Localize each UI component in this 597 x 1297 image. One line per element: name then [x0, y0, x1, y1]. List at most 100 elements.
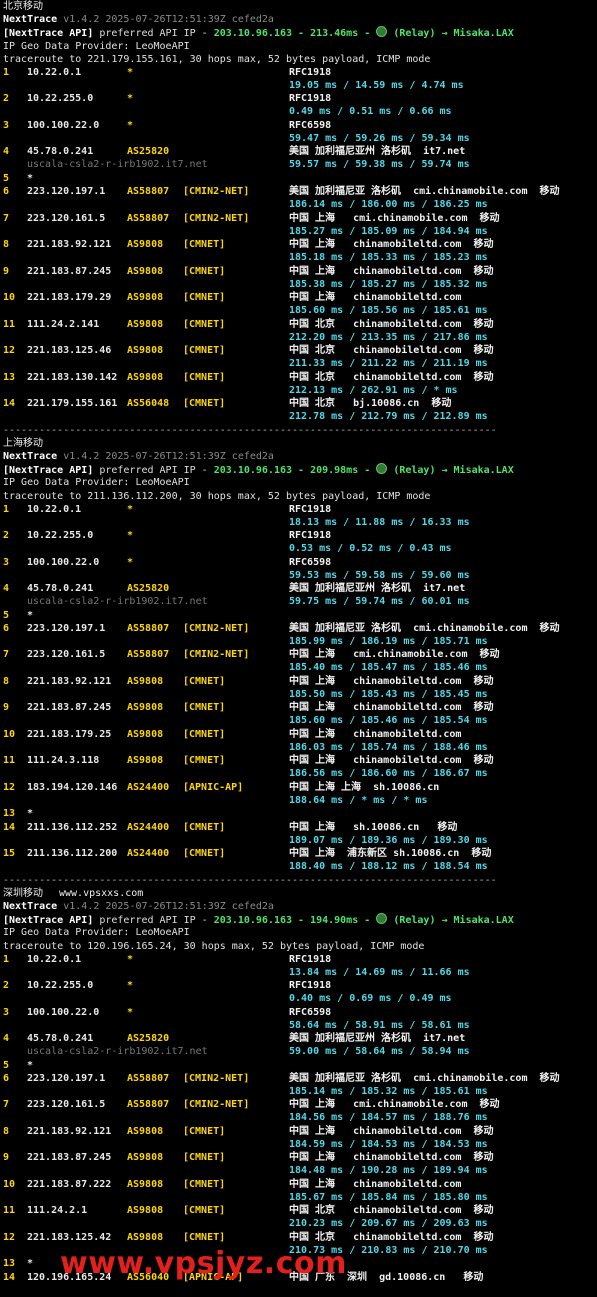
hop-row: 8 221.183.92.121 AS9808 [CMNET] 中国 上海 chinam… [0, 1125, 597, 1152]
hop-net: [CMIN2-NET] [183, 649, 250, 661]
hop-row: 14 211.136.112.252 AS24400 [CMNET] 中国 上海 sh.… [0, 821, 597, 848]
hop-net: [CMIN2-NET] [183, 1099, 250, 1111]
hop-geo: 中国 北京 chinamobileltd.com 移动 [289, 318, 494, 330]
hop-hostname: uscala-csla2-r-irb1902.it7.net [27, 159, 208, 171]
hop-net: [CMNET] [183, 1231, 226, 1243]
hop-ip: 45.78.0.241 [27, 583, 94, 595]
api-text: preferred API IP - [93, 465, 214, 477]
hop-rtt: 185.27 ms / 185.09 ms / 184.94 ms [289, 225, 488, 237]
hop-asn: AS25820 [127, 1033, 170, 1045]
hop-asn: * [127, 980, 134, 992]
hop-geo: 中国 上海 chinamobileltd.com [289, 292, 462, 304]
hop-geo: 美国 加利福尼亚 洛杉矶 cmi.chinamobile.com 移动 [289, 622, 560, 634]
hop-rtt: 185.40 ms / 185.47 ms / 185.46 ms [289, 662, 488, 674]
hop-net: [CMNET] [183, 1205, 226, 1217]
hop-geo: 中国 北京 chinamobileltd.com 移动 [289, 1231, 494, 1243]
hop-row: 2 10.22.255.0 * RFC1918 0.49 ms / 0.51 ms / … [0, 92, 597, 119]
hop-geo: RFC6598 [289, 1006, 332, 1018]
hop-asn: AS56048 [127, 398, 170, 410]
hop-net: [CMIN2-NET] [183, 622, 250, 634]
hop-row: 13 221.183.130.142 AS9808 [CMNET] 中国 北京 chin… [0, 371, 597, 398]
hop-rtt: 189.07 ms / 189.36 ms / 189.30 ms [289, 834, 488, 846]
hop-number: 5 [3, 1059, 10, 1071]
hop-geo: RFC1918 [289, 66, 332, 78]
hop-rtt: 186.56 ms / 186.60 ms / 186.67 ms [289, 768, 488, 780]
api-ip: 203.10.96.163 - 213.46ms - [213, 28, 377, 40]
hop-row: 10 221.183.87.222 AS9808 [CMNET] 中国 上海 china… [0, 1178, 597, 1205]
hop-row: 4 45.78.0.241 AS25820 美国 加利福尼亚州 洛杉矶 it7.net… [0, 145, 597, 172]
hop-row: 12 221.183.125.46 AS9808 [CMNET] 中国 北京 china… [0, 344, 597, 371]
hop-ip: 45.78.0.241 [27, 146, 94, 158]
hop-ip: 221.183.92.121 [27, 239, 112, 251]
hop-number: 3 [3, 119, 10, 131]
hop-row: 6 223.120.197.1 AS58807 [CMIN2-NET] 美国 加利福尼亚… [0, 185, 597, 212]
hop-ip: 111.24.3.118 [27, 755, 100, 767]
hop-net: [CMNET] [183, 318, 226, 330]
hop-asn: AS9808 [127, 265, 164, 277]
hop-geo: 中国 上海 chinamobileltd.com 移动 [289, 702, 494, 714]
hop-row: 3 100.100.22.0 * RFC6598 59.53 ms / 59.58 ms… [0, 556, 597, 583]
hop-row: 8 221.183.92.121 AS9808 [CMNET] 中国 上海 chinam… [0, 675, 597, 702]
hop-rtt: 184.56 ms / 184.57 ms / 188.76 ms [289, 1112, 488, 1124]
hop-row: 1 10.22.0.1 * RFC1918 13.84 ms / 14.69 ms / … [0, 953, 597, 980]
hop-rtt: 0.40 ms / 0.69 ms / 0.49 ms [289, 993, 452, 1005]
hop-ip: 221.179.155.161 [27, 398, 118, 410]
hop-number: 8 [3, 1125, 10, 1137]
api-relay: (Relay) → Misaka.LAX [387, 28, 514, 40]
terminal-output: 北京移动 NextTrace v1.4.2 2025-07-26T12:51:39… [0, 0, 597, 1283]
hop-ip: 221.183.87.222 [27, 1178, 112, 1190]
hop-rtt: 185.18 ms / 185.33 ms / 185.23 ms [289, 252, 488, 264]
hop-number: 14 [3, 398, 16, 410]
hop-asn: AS9808 [127, 702, 164, 714]
hop-asn: AS25820 [127, 583, 170, 595]
hop-rtt: 210.23 ms / 209.67 ms / 209.63 ms [289, 1218, 488, 1230]
hop-net: [CMNET] [183, 728, 226, 740]
hop-row: 4 45.78.0.241 AS25820 美国 加利福尼亚州 洛杉矶 it7.net… [0, 582, 597, 609]
hop-ip: 111.24.2.141 [27, 318, 100, 330]
api-tag: [NextTrace API] [3, 915, 94, 927]
hop-number: 6 [3, 622, 10, 634]
hop-row: 5 * [0, 172, 597, 185]
hop-ip: 211.136.112.252 [27, 821, 118, 833]
hop-number: 3 [3, 1006, 10, 1018]
hop-geo: 中国 上海 cmi.chinamobile.com 移动 [289, 649, 500, 661]
hop-row: 7 223.120.161.5 AS58807 [CMIN2-NET] 中国 上海 cm… [0, 212, 597, 239]
trace-section: 北京移动 NextTrace v1.4.2 2025-07-26T12:51:39… [0, 0, 597, 437]
hop-row: 5 * [0, 1059, 597, 1072]
hop-number: 5 [3, 172, 10, 184]
hop-number: 4 [3, 583, 10, 595]
section-title: 北京移动 [0, 0, 597, 13]
hop-rtt: 211.33 ms / 211.22 ms / 211.19 ms [289, 358, 488, 370]
hop-asn: AS25820 [127, 146, 170, 158]
hop-ip: 10.22.255.0 [27, 93, 94, 105]
api-line: [NextTrace API] preferred API IP - 203.1… [0, 463, 597, 476]
hop-number: 8 [3, 239, 10, 251]
hop-row: 11 111.24.3.118 AS9808 [CMNET] 中国 上海 chinamo… [0, 754, 597, 781]
hop-asn: * [127, 503, 134, 515]
hop-geo: 美国 加利福尼亚州 洛杉矶 it7.net [289, 1033, 466, 1045]
hop-row: 2 10.22.255.0 * RFC1918 0.53 ms / 0.52 ms / … [0, 529, 597, 556]
hop-asn: AS9808 [127, 728, 164, 740]
hop-number: 11 [3, 318, 16, 330]
hop-geo: 中国 上海 sh.10086.cn 移动 [289, 821, 458, 833]
hop-asn: AS58807 [127, 622, 170, 634]
hop-rtt: 0.49 ms / 0.51 ms / 0.66 ms [289, 106, 452, 118]
hop-rtt: 185.60 ms / 185.46 ms / 185.54 ms [289, 715, 488, 727]
hop-rtt: 59.75 ms / 59.74 ms / 60.01 ms [289, 596, 470, 608]
version-text: v1.4.2 2025-07-26T12:51:39Z cefed2a [63, 14, 274, 26]
trace-section: 深圳移动 www.vpsxxs.com NextTrace v1.4.2 2025-… [0, 887, 597, 1297]
section-title: 上海移动 [0, 437, 597, 450]
globe-icon [376, 463, 388, 475]
hop-geo: 中国 上海 chinamobileltd.com [289, 1178, 462, 1190]
hop-rtt: 188.64 ms / * ms / * ms [289, 794, 428, 806]
section-title-text: 深圳移动 [3, 887, 43, 899]
hop-net: [CMNET] [183, 702, 226, 714]
hop-ip: 221.183.179.29 [27, 292, 112, 304]
hop-row: 11 111.24.2.1 AS9808 [CMNET] 中国 北京 chinamobi… [0, 1204, 597, 1231]
hop-geo: 中国 上海 chinamobileltd.com 移动 [289, 1125, 494, 1137]
hop-rtt: 212.13 ms / 262.91 ms / * ms [289, 384, 458, 396]
hop-ip: * [27, 1258, 34, 1270]
hop-number: 14 [3, 1271, 16, 1283]
hop-row: 3 100.100.22.0 * RFC6598 59.47 ms / 59.26 ms… [0, 119, 597, 146]
hop-rtt: 185.67 ms / 185.84 ms / 185.80 ms [289, 1191, 488, 1203]
